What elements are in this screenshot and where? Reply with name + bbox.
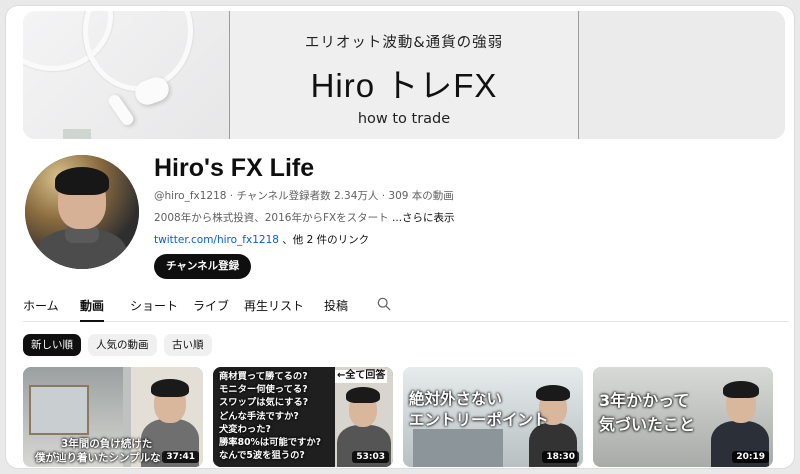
banner-title: Hiro トレFX (310, 67, 498, 104)
search-icon[interactable] (377, 297, 391, 311)
video-thumbnail[interactable]: 3年間の負け続けた 僕が辿り着いたシンプルな 37:41 (23, 367, 203, 467)
channel-links: twitter.com/hiro_fx1218 、他 2 件のリンク (154, 232, 369, 247)
video-duration: 18:30 (542, 451, 579, 463)
video-thumbnail[interactable]: ←全て回答 商材買って勝てるの? モニター何使ってる? スワップは気にする? ど… (213, 367, 393, 467)
more-links[interactable]: 、他 2 件のリンク (279, 234, 369, 246)
subscribe-button[interactable]: チャンネル登録 (154, 254, 252, 279)
banner-tagline: how to trade (357, 111, 451, 127)
channel-description[interactable]: 2008年から株式投資、2016年からFXをスタート ...さらに表示 (154, 210, 455, 225)
tab-live[interactable]: ライブ (193, 297, 229, 322)
video-caption: 3年かかって 気づいたこと (599, 391, 696, 434)
video-duration: 20:19 (732, 451, 769, 463)
video-caption: 絶対外さない エントリーポイント (409, 390, 549, 429)
video-duration: 37:41 (162, 451, 199, 463)
chip-oldest[interactable]: 古い順 (164, 334, 212, 356)
video-thumbnail[interactable]: 絶対外さない エントリーポイント 18:30 (403, 367, 583, 467)
tab-home[interactable]: ホーム (23, 297, 59, 322)
show-more-link[interactable]: ...さらに表示 (389, 212, 455, 224)
channel-tabs: ホーム 動画 ショート ライブ 再生リスト 投稿 (23, 291, 789, 322)
twitter-link[interactable]: twitter.com/hiro_fx1218 (154, 234, 279, 246)
video-duration: 53:03 (352, 451, 389, 463)
banner-subtitle: エリオット波動&通貨の強弱 (304, 35, 504, 51)
chip-popular[interactable]: 人気の動画 (88, 334, 157, 356)
channel-meta: @hiro_fx1218 · チャンネル登録者数 2.34万人 · 309 本の… (154, 188, 454, 203)
video-thumbnail[interactable]: 3年かかって 気づいたこと 20:19 (593, 367, 773, 467)
banner-earphones-image (23, 11, 229, 139)
video-caption: 3年間の負け続けた 僕が辿り着いたシンプルな (35, 438, 161, 464)
answer-all-label: ←全て回答 (335, 370, 388, 383)
channel-banner: エリオット波動&通貨の強弱 Hiro トレFX how to trade (23, 11, 785, 139)
channel-name: Hiro's FX Life (154, 154, 315, 182)
channel-page: エリオット波動&通貨の強弱 Hiro トレFX how to trade Hir… (6, 6, 794, 468)
video-caption: 商材買って勝てるの? モニター何使ってる? スワップは気にする? どんな手法です… (219, 371, 322, 462)
channel-avatar[interactable] (25, 155, 139, 269)
banner-divider (578, 11, 579, 139)
banner-right-panel (579, 11, 785, 139)
description-text: 2008年から株式投資、2016年からFXをスタート (154, 212, 389, 224)
tab-posts[interactable]: 投稿 (324, 297, 348, 322)
chip-newest[interactable]: 新しい順 (23, 334, 81, 356)
tab-videos[interactable]: 動画 (80, 297, 105, 322)
tab-shorts[interactable]: ショート (130, 297, 178, 322)
tab-playlists[interactable]: 再生リスト (244, 297, 304, 322)
channel-handle: @hiro_fx1218 (154, 190, 227, 202)
channel-stats: · チャンネル登録者数 2.34万人 · 309 本の動画 (226, 190, 454, 202)
